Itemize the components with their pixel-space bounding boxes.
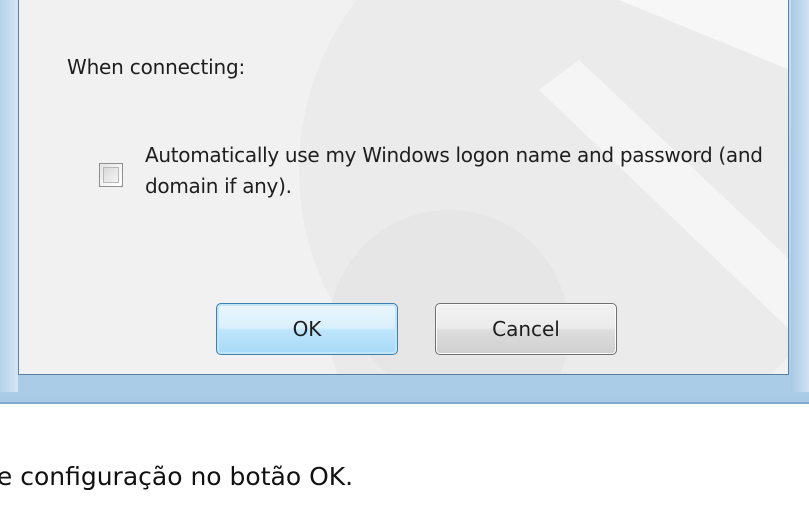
ok-button[interactable]: OK	[216, 303, 398, 355]
caption-text-line: de configuração no botão OK.	[0, 462, 809, 502]
screenshot-stage: When connecting: Automatically use my Wi…	[0, 0, 809, 523]
when-connecting-label: When connecting:	[67, 55, 245, 79]
caption-text: de configuração no botão OK.	[0, 462, 354, 491]
dialog-body: When connecting: Automatically use my Wi…	[18, 0, 789, 375]
auto-logon-checkbox[interactable]	[99, 163, 123, 187]
window-border-right	[791, 0, 809, 392]
window-border-left	[0, 0, 18, 392]
window-frame: When connecting: Automatically use my Wi…	[0, 0, 809, 404]
auto-logon-option[interactable]: Automatically use my Windows logon name …	[99, 140, 763, 210]
auto-logon-checkbox-label[interactable]: Automatically use my Windows logon name …	[145, 140, 765, 202]
cancel-button[interactable]: Cancel	[435, 303, 617, 355]
